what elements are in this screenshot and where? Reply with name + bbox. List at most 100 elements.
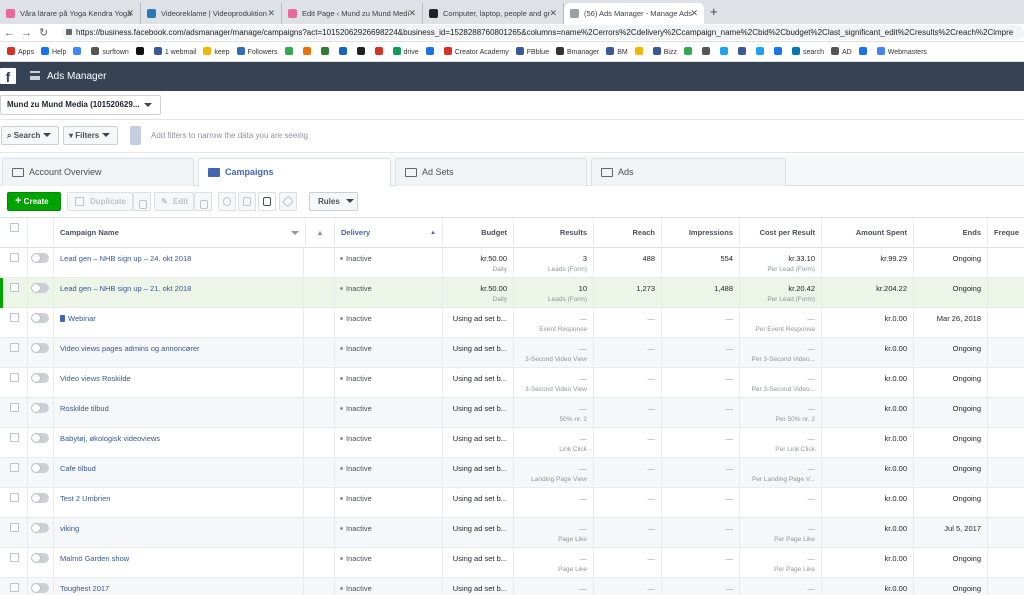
table-row[interactable]: viking Inactive Using ad set b... — Page Lik… <box>0 518 1024 548</box>
row-checkbox[interactable] <box>10 283 19 292</box>
bookmark-item[interactable] <box>684 43 695 61</box>
rules-button[interactable]: Rules <box>309 192 358 211</box>
campaign-toggle[interactable] <box>31 373 49 383</box>
bookmark-item[interactable] <box>356 43 368 61</box>
bookmark-item[interactable]: Creator Academy <box>443 43 509 61</box>
column-delivery[interactable]: Delivery ▲ <box>335 218 443 248</box>
campaign-name-link[interactable]: viking <box>60 524 79 533</box>
bookmark-item[interactable] <box>284 43 296 61</box>
row-checkbox[interactable] <box>10 373 19 382</box>
campaign-name-link[interactable]: Roskilde tilbud <box>60 404 109 413</box>
row-checkbox[interactable] <box>10 403 19 412</box>
row-checkbox[interactable] <box>10 343 19 352</box>
bookmark-item[interactable] <box>634 43 646 61</box>
bookmark-item[interactable]: Help <box>40 43 66 61</box>
campaign-toggle[interactable] <box>31 283 49 293</box>
bookmark-item[interactable] <box>302 43 314 61</box>
account-selector[interactable]: Mund zu Mund Media (101520629... <box>0 95 161 115</box>
row-checkbox[interactable] <box>10 253 19 262</box>
filters-button[interactable]: ▾ Filters <box>63 126 118 145</box>
campaign-toggle[interactable] <box>31 553 49 563</box>
reload-icon[interactable]: ↻ <box>39 25 48 41</box>
bookmark-item[interactable]: Followers <box>236 43 278 61</box>
bookmark-item[interactable]: Apps <box>7 43 34 61</box>
browser-tab[interactable]: Våra lärare på Yoga Kendra Yoga ✕ <box>0 3 141 24</box>
bookmark-item[interactable]: 1 webmail <box>153 43 196 61</box>
bookmark-item[interactable] <box>320 43 332 61</box>
bookmark-item[interactable] <box>73 43 84 61</box>
campaign-name-link[interactable]: Toughest 2017 <box>60 584 109 593</box>
table-row[interactable]: Toughest 2017 Inactive Using ad set b... —E… <box>0 578 1024 595</box>
bookmark-item[interactable]: search <box>792 43 824 61</box>
tab-campaigns[interactable]: Campaigns <box>198 158 391 187</box>
duplicate-dropdown[interactable] <box>133 192 151 211</box>
campaign-name-link[interactable]: Video views pages admins og annoncører <box>60 344 200 353</box>
bookmark-item[interactable] <box>135 43 147 61</box>
bookmark-item[interactable] <box>338 43 350 61</box>
create-button[interactable]: + Create <box>7 192 61 211</box>
row-checkbox[interactable] <box>10 583 19 592</box>
bookmark-item[interactable]: keep <box>203 43 230 61</box>
duplicate-button[interactable]: Duplicate <box>67 192 133 211</box>
table-row[interactable]: Video views pages admins og annoncører In… <box>0 338 1024 368</box>
bookmark-item[interactable] <box>374 43 386 61</box>
search-button[interactable]: ⌕ Search <box>1 126 59 145</box>
bookmark-item[interactable]: Bmanager <box>555 43 599 61</box>
column-campaign-name[interactable]: Campaign Name <box>54 218 306 248</box>
bookmark-item[interactable]: AD <box>831 43 852 61</box>
edit-dropdown[interactable] <box>194 192 212 211</box>
forward-arrow-icon[interactable]: → <box>21 25 32 41</box>
bookmark-item[interactable] <box>756 43 767 61</box>
tag-button[interactable] <box>279 192 297 211</box>
table-row[interactable]: Test 2 Umbrien Inactive Using ad set b... —… <box>0 488 1024 518</box>
close-icon[interactable]: ✕ <box>267 3 275 24</box>
filter-input[interactable]: Add filters to narrow the data you are s… <box>151 120 308 151</box>
select-all-checkbox[interactable] <box>10 223 19 232</box>
campaign-name-link[interactable]: Webinar <box>68 314 96 323</box>
browser-tab-active[interactable]: (56) Ads Manager - Manage Ads ✕ <box>564 3 704 24</box>
bookmark-item[interactable] <box>720 43 731 61</box>
campaign-name-link[interactable]: Lead gen – NHB sign up – 21. okt 2018 <box>60 284 191 293</box>
row-checkbox[interactable] <box>10 463 19 472</box>
row-checkbox[interactable] <box>10 493 19 502</box>
bookmark-item[interactable]: drive <box>392 43 419 61</box>
table-row[interactable]: Video views Roskilde Inactive Using ad set… <box>0 368 1024 398</box>
campaign-toggle[interactable] <box>31 463 49 473</box>
column-impressions[interactable]: Impressions <box>662 218 740 248</box>
campaign-toggle[interactable] <box>31 343 49 353</box>
browser-tab[interactable]: Videoreklame | Videoproduktion ✕ <box>141 3 282 24</box>
campaign-name-link[interactable]: Lead gen – NHB sign up – 24. okt 2018 <box>60 254 191 263</box>
delete-button[interactable] <box>238 192 256 211</box>
campaign-toggle[interactable] <box>31 583 49 593</box>
bookmark-item[interactable] <box>774 43 785 61</box>
bookmark-item[interactable] <box>425 43 437 61</box>
table-row[interactable]: Roskilde tilbud Inactive Using ad set b...… <box>0 398 1024 428</box>
table-row[interactable]: Babytøj, økologisk videoviews Inactive Usi… <box>0 428 1024 458</box>
tab-account-overview[interactable]: Account Overview <box>2 158 194 186</box>
campaign-name-link[interactable]: Test 2 Umbrien <box>60 494 110 503</box>
column-reach[interactable]: Reach <box>594 218 662 248</box>
campaign-name-link[interactable]: Cafe tilbud <box>60 464 96 473</box>
bookmark-item[interactable]: Bizz <box>652 43 677 61</box>
campaign-toggle[interactable] <box>31 493 49 503</box>
facebook-logo-icon[interactable]: f <box>0 68 16 85</box>
column-results[interactable]: Results <box>514 218 594 248</box>
url-field[interactable]: https://business.facebook.com/adsmanager… <box>62 25 1024 40</box>
campaign-toggle[interactable] <box>31 253 49 263</box>
table-row[interactable]: Lead gen – NHB sign up – 24. okt 2018 Ina… <box>0 248 1024 278</box>
refresh-button[interactable] <box>218 192 236 211</box>
browser-tab[interactable]: Computer, laptop, people and gr ✕ <box>423 3 564 24</box>
column-ends[interactable]: Ends <box>914 218 988 248</box>
bookmark-item[interactable] <box>858 43 870 61</box>
bookmark-item[interactable]: surftown <box>91 43 129 61</box>
new-tab-button[interactable]: + <box>710 3 718 21</box>
edit-button[interactable]: ✎ Edit <box>154 192 194 211</box>
column-frequency[interactable]: Freque <box>988 218 1024 248</box>
close-icon[interactable]: ✕ <box>690 3 698 24</box>
row-checkbox[interactable] <box>10 433 19 442</box>
bookmark-item[interactable] <box>738 43 749 61</box>
table-row[interactable]: Webinar Inactive Using ad set b... — Event R… <box>0 308 1024 338</box>
close-icon[interactable]: ✕ <box>549 3 557 24</box>
campaign-name-link[interactable]: Malmö Garden show <box>60 554 129 563</box>
table-row[interactable]: Malmö Garden show Inactive Using ad set b.… <box>0 548 1024 578</box>
